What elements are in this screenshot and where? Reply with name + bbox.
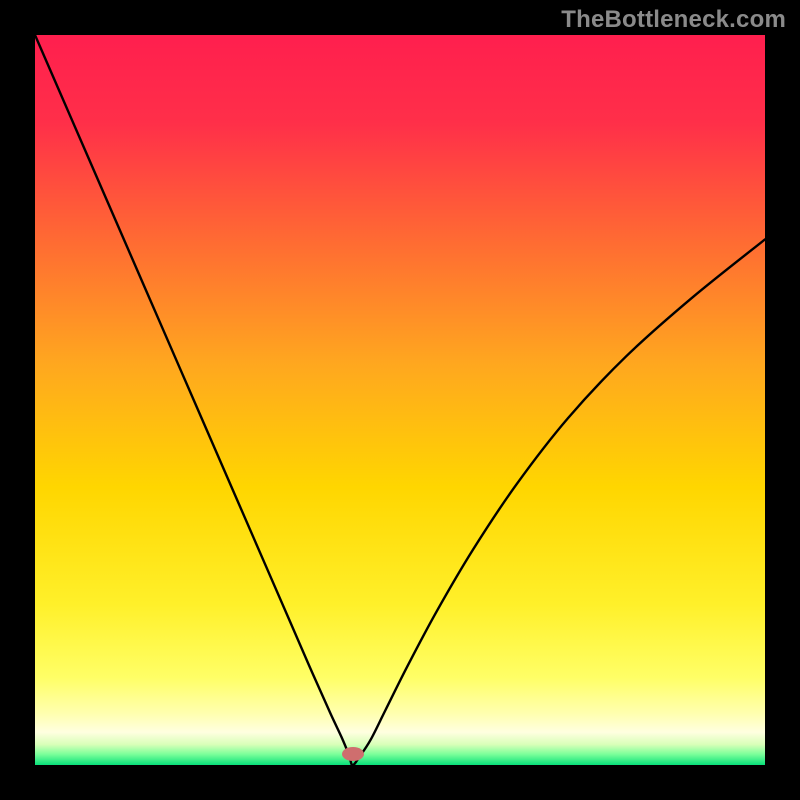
plot-area bbox=[35, 35, 765, 765]
optimum-marker bbox=[342, 747, 364, 761]
chart-frame: TheBottleneck.com bbox=[0, 0, 800, 800]
watermark-text: TheBottleneck.com bbox=[561, 6, 786, 34]
bottleneck-curve bbox=[35, 35, 765, 765]
